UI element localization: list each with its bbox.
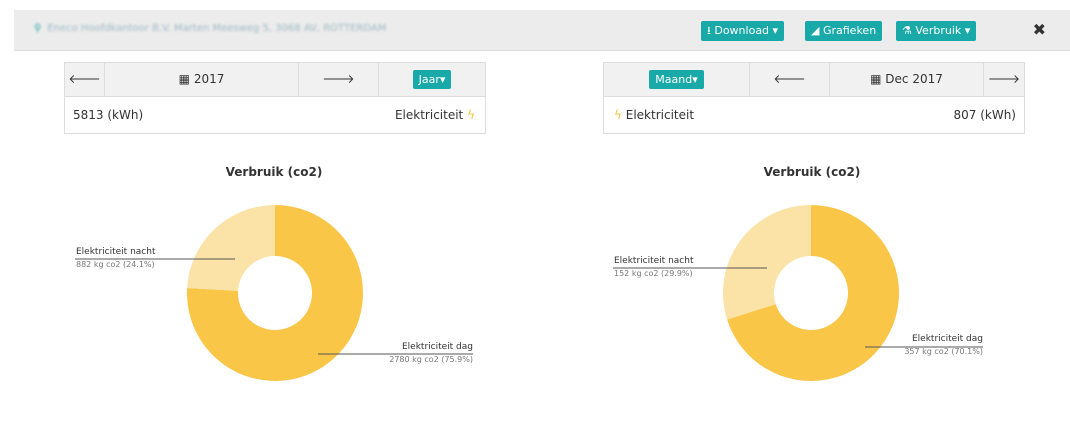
period-type-label: Jaar	[418, 73, 440, 86]
left-panel: 🡐 ▦ 2017 🡒 Jaar▾ 5813 (kWh) Elektricitei…	[64, 62, 486, 134]
period-type-label: Maand	[655, 73, 693, 86]
total-value: 807 (kWh)	[953, 108, 1016, 122]
pie-slice	[187, 205, 275, 291]
right-panel-nav: Maand▾ 🡐 ▦ Dec 2017 🡒	[604, 63, 1024, 97]
period-label: Dec 2017	[885, 72, 943, 86]
period-display: ▦ Dec 2017	[830, 63, 984, 96]
chart-title: Verbruik (co2)	[763, 165, 861, 179]
caret-down-icon: ▾	[772, 24, 779, 37]
total-value: 5813 (kWh)	[73, 108, 144, 122]
next-arrow-icon[interactable]: 🡒	[984, 63, 1024, 96]
slice-value-label: 357 kg co2 (70.1%)	[904, 347, 983, 356]
left-panel-nav: 🡐 ▦ 2017 🡒 Jaar▾	[65, 63, 485, 97]
energy-type: ϟ Elektriciteit	[614, 97, 694, 133]
donut-chart-left: Elektriciteit nacht 882 kg co2 (24.1%) Ele…	[75, 205, 473, 381]
calendar-icon: ▦	[178, 72, 190, 86]
location: ⚲ Eneco Hoofdkantoor B.V. Marten Meesweg …	[34, 23, 386, 34]
prev-arrow-icon[interactable]: 🡐	[65, 63, 105, 96]
charts-button[interactable]: ◢ Grafieken	[805, 21, 883, 41]
slice-value-label: 882 kg co2 (24.1%)	[76, 260, 155, 269]
slice-name-label: Elektriciteit nacht	[76, 247, 156, 257]
usage-label: Verbruik	[915, 24, 962, 37]
slice-value-label: 152 kg co2 (29.9%)	[614, 269, 693, 278]
right-panel: Maand▾ 🡐 ▦ Dec 2017 🡒 ϟ Elektriciteit 80…	[603, 62, 1025, 134]
left-summary-row: 5813 (kWh) Elektriciteit ϟ	[65, 97, 485, 133]
caret-down-icon: ▾	[964, 24, 971, 37]
usage-button[interactable]: ⚗ Verbruik ▾	[896, 21, 977, 41]
flask-icon: ⚗	[902, 24, 912, 37]
bolt-icon: ϟ	[614, 108, 622, 122]
period-type-dropdown[interactable]: Maand▾	[649, 70, 704, 89]
download-icon: ⭳	[707, 24, 711, 37]
period-type-cell: Jaar▾	[379, 63, 485, 96]
close-icon[interactable]: ✖	[1033, 20, 1046, 39]
period-type-cell: Maand▾	[604, 63, 750, 96]
slice-value-label: 2780 kg co2 (75.9%)	[389, 355, 473, 364]
right-summary-row: ϟ Elektriciteit 807 (kWh)	[604, 97, 1024, 133]
donut-chart-right: Elektriciteit nacht 152 kg co2 (29.9%) Ele…	[613, 205, 983, 381]
map-marker-icon: ⚲	[34, 23, 42, 34]
energy-label: Elektriciteit	[394, 108, 464, 122]
period-type-dropdown[interactable]: Jaar▾	[412, 70, 452, 89]
chart-icon: ◢	[811, 24, 820, 37]
period-display: ▦ 2017	[105, 63, 299, 96]
energy-type: Elektriciteit ϟ	[395, 97, 475, 133]
location-text: Eneco Hoofdkantoor B.V. Marten Meesweg 5…	[47, 23, 387, 34]
energy-label: Elektriciteit	[625, 108, 695, 122]
bolt-icon: ϟ	[467, 108, 475, 122]
slice-name-label: Elektriciteit dag	[912, 334, 983, 344]
pie-slice	[723, 205, 811, 320]
slice-name-label: Elektriciteit nacht	[614, 256, 694, 266]
slice-name-label: Elektriciteit dag	[402, 342, 473, 352]
prev-arrow-icon[interactable]: 🡐	[750, 63, 830, 96]
download-label: Download	[714, 24, 770, 37]
period-label: 2017	[193, 72, 225, 86]
download-button[interactable]: ⭳ Download ▾	[701, 21, 785, 41]
next-arrow-icon[interactable]: 🡒	[299, 63, 379, 96]
charts-label: Grafieken	[822, 24, 877, 37]
toolbar: ⚲ Eneco Hoofdkantoor B.V. Marten Meesweg …	[14, 10, 1070, 51]
chart-title: Verbruik (co2)	[225, 165, 323, 179]
calendar-icon: ▦	[870, 72, 882, 86]
